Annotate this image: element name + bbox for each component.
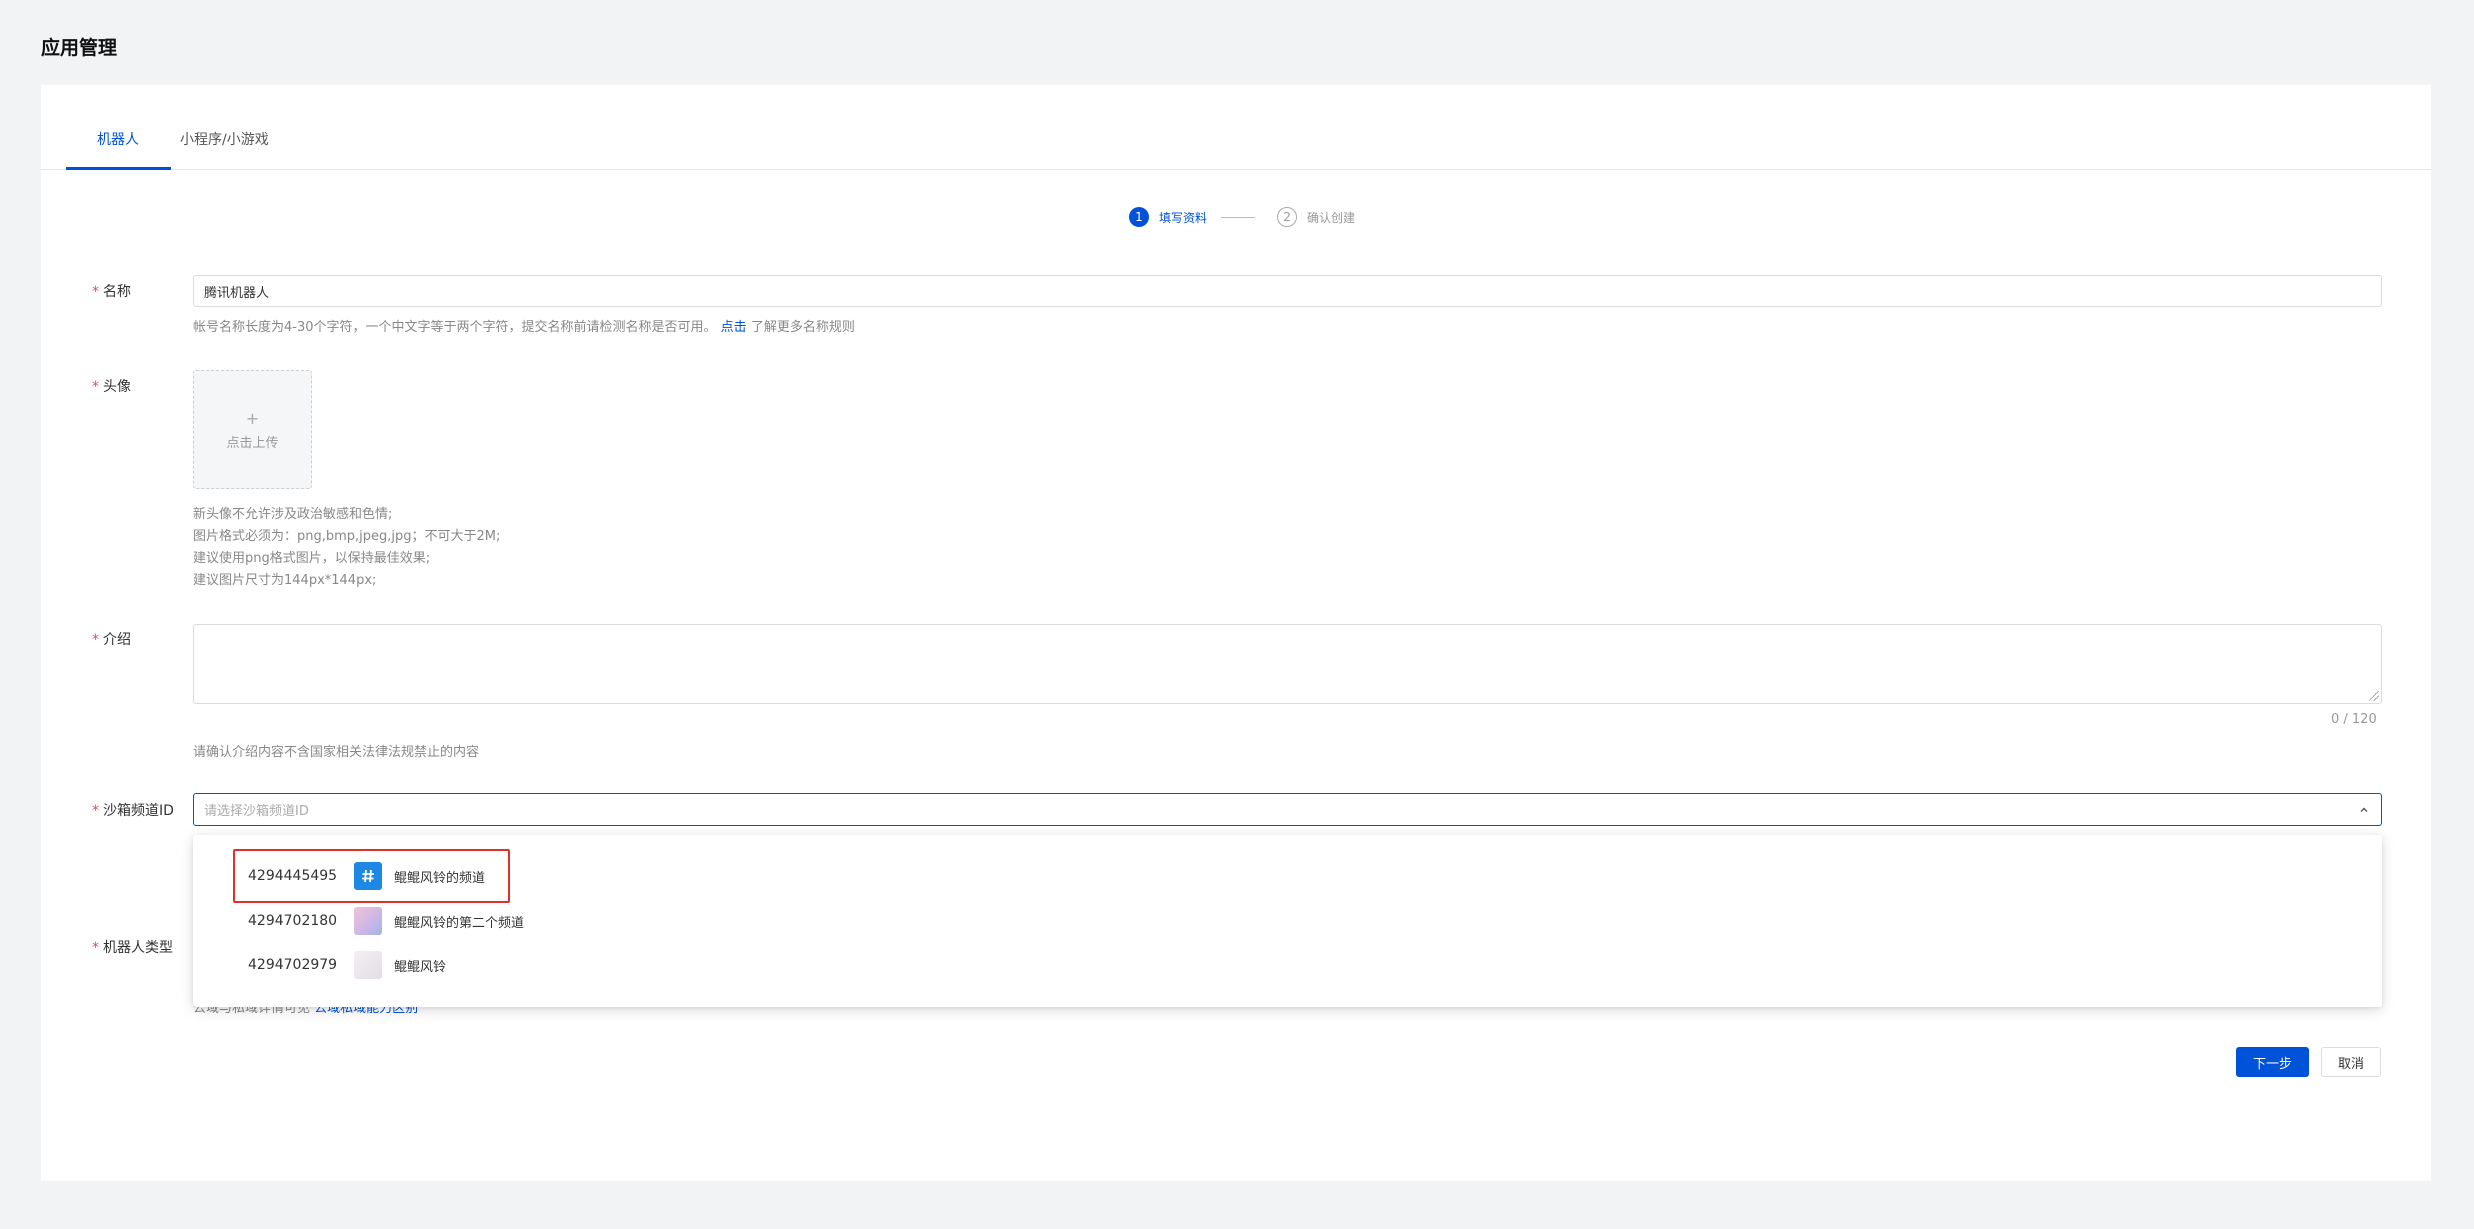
tab-mini-program[interactable]: 小程序/小游戏 bbox=[180, 129, 269, 149]
chevron-up-icon bbox=[2360, 807, 2368, 812]
step-1-icon: 1 bbox=[1129, 207, 1149, 227]
avatar-help: 新头像不允许涉及政治敏感和色情; 图片格式必须为：png,bmp,jpeg,jp… bbox=[193, 507, 501, 588]
name-rules-link[interactable]: 点击 bbox=[721, 320, 747, 335]
channel-label: * 沙箱频道ID bbox=[92, 803, 174, 819]
step-2-label: 确认创建 bbox=[1307, 210, 1356, 225]
main-card: 机器人 小程序/小游戏 1 填写资料 2 确认创建 * 名称 腾讯机器人 帐号名称… bbox=[41, 85, 2431, 1181]
intro-label: * 介绍 bbox=[92, 632, 131, 648]
step-2-icon: 2 bbox=[1277, 207, 1298, 227]
intro-textarea[interactable] bbox=[193, 624, 2382, 704]
name-help: 帐号名称长度为4-30个字符，一个中文字等于两个字符，提交名称前请检测名称是否可… bbox=[193, 320, 855, 335]
avatar-label: * 头像 bbox=[92, 379, 131, 395]
name-input[interactable]: 腾讯机器人 bbox=[193, 275, 2382, 307]
channel-avatar-icon bbox=[354, 907, 382, 935]
channel-select[interactable]: 请选择沙箱频道ID bbox=[193, 793, 2382, 826]
tab-robot[interactable]: 机器人 bbox=[97, 129, 139, 149]
step-1-label: 填写资料 bbox=[1159, 210, 1208, 225]
cancel-button[interactable]: 取消 bbox=[2321, 1047, 2381, 1077]
avatar-upload[interactable]: + 点击上传 bbox=[193, 370, 312, 489]
channel-option[interactable]: 4294445495 鲲鲲风铃的频道 bbox=[193, 854, 485, 898]
upload-label: 点击上传 bbox=[226, 435, 279, 451]
hash-icon bbox=[354, 862, 382, 890]
next-button[interactable]: 下一步 bbox=[2236, 1047, 2309, 1077]
page-title: 应用管理 bbox=[41, 37, 118, 59]
resize-handle-icon[interactable] bbox=[2369, 691, 2379, 701]
name-label: * 名称 bbox=[92, 284, 131, 300]
intro-char-counter: 0 / 120 bbox=[2331, 712, 2377, 727]
step-connector bbox=[1221, 216, 1256, 218]
channel-avatar-icon bbox=[354, 951, 382, 979]
plus-icon: + bbox=[245, 408, 260, 428]
bot-type-label: * 机器人类型 bbox=[92, 940, 173, 956]
channel-option[interactable]: 4294702180 鲲鲲风铃的第二个频道 bbox=[193, 899, 524, 943]
step-indicator: 1 填写资料 2 确认创建 bbox=[1129, 206, 1355, 228]
tab-bar: 机器人 小程序/小游戏 bbox=[41, 85, 2431, 170]
channel-option[interactable]: 4294702979 鲲鲲风铃 bbox=[193, 943, 446, 987]
intro-help: 请确认介绍内容不含国家相关法律法规禁止的内容 bbox=[193, 745, 480, 760]
tab-active-indicator bbox=[66, 167, 171, 170]
channel-dropdown: 4294445495 鲲鲲风铃的频道 4294702180 鲲鲲风铃的第二个频道… bbox=[193, 835, 2382, 1007]
